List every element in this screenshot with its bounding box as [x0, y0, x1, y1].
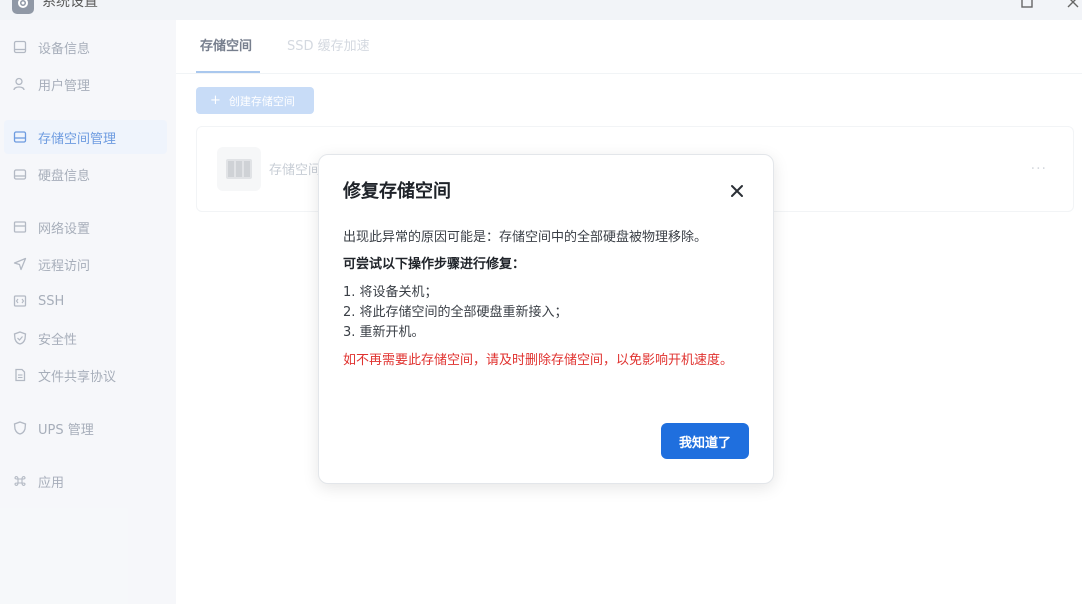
dialog-title: 修复存储空间: [343, 181, 451, 202]
confirm-button[interactable]: 我知道了: [661, 423, 749, 459]
close-icon[interactable]: [729, 183, 745, 199]
repair-storage-dialog: 修复存储空间 出现此异常的原因可能是：存储空间中的全部硬盘被物理移除。 可尝试以…: [318, 154, 774, 484]
warning-text: 如不再需要此存储空间，请及时删除存储空间，以免影响开机速度。: [343, 353, 734, 368]
step-item: 3. 重新开机。: [343, 325, 425, 340]
cause-text: 出现此异常的原因可能是：存储空间中的全部硬盘被物理移除。: [343, 230, 708, 245]
step-item: 2. 将此存储空间的全部硬盘重新接入；: [343, 305, 568, 320]
steps-heading: 可尝试以下操作步骤进行修复：: [343, 257, 526, 272]
step-item: 1. 将设备关机；: [343, 285, 438, 300]
